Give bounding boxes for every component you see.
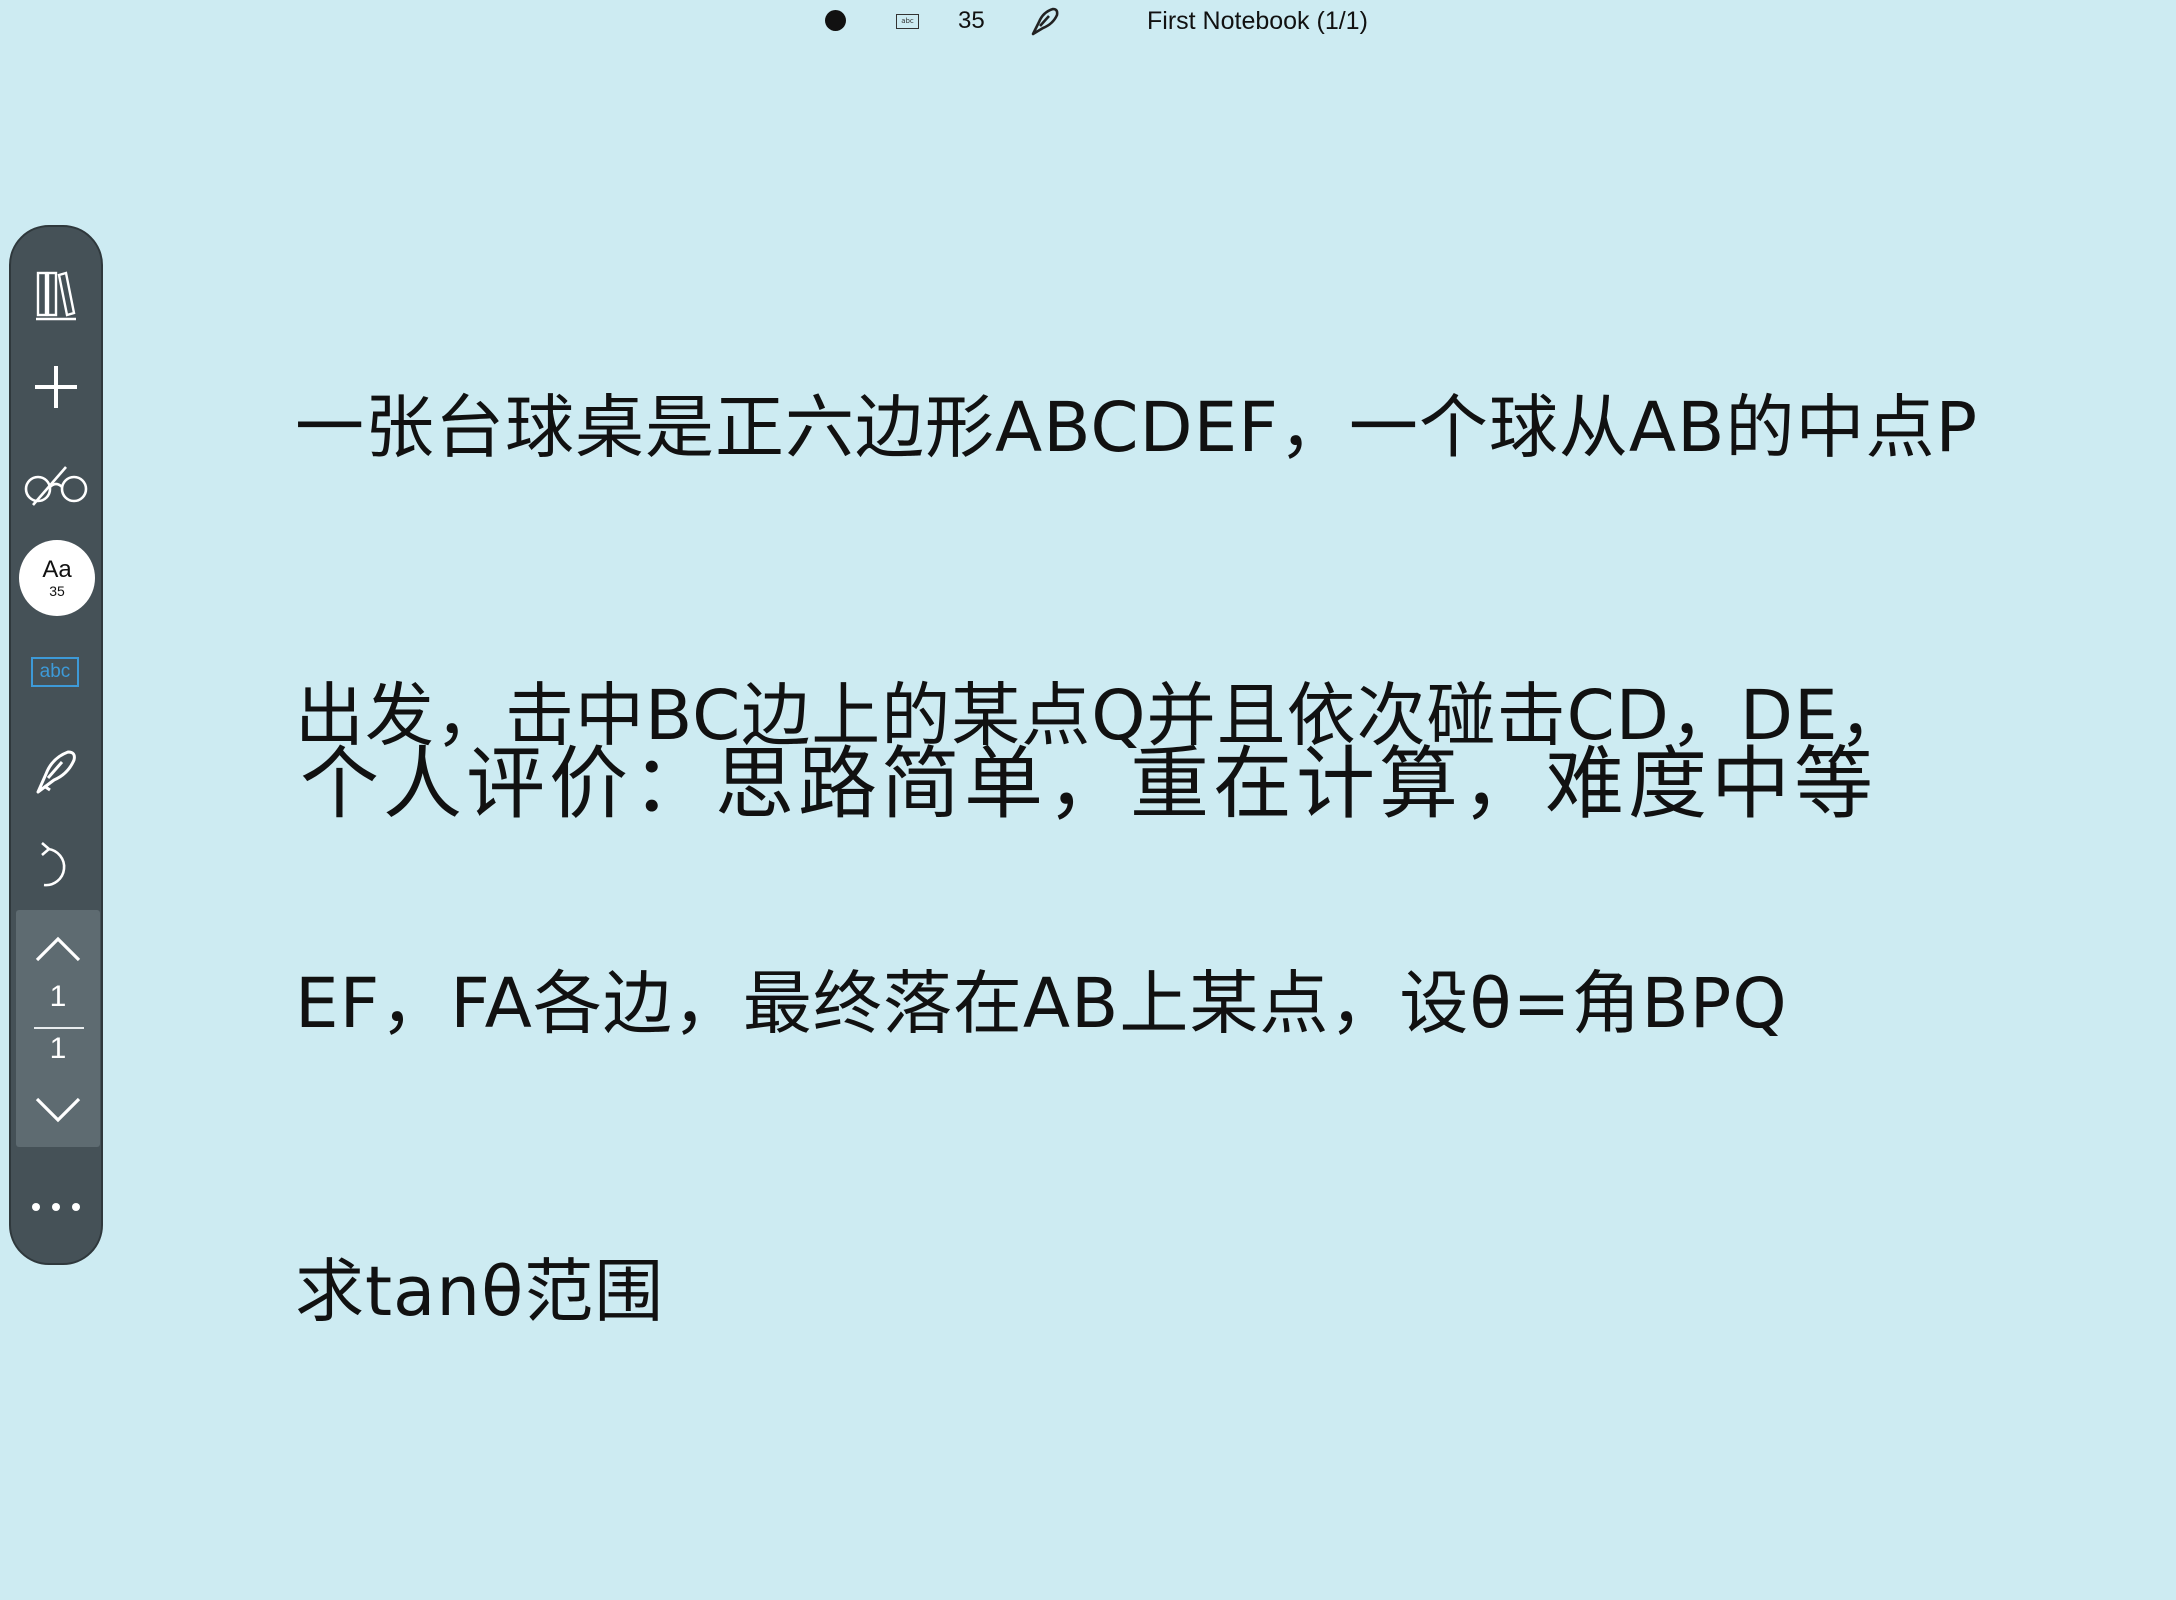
- question-line-1: 一张台球桌是正六边形ABCDEF，一个球从AB的中点P: [295, 388, 1979, 468]
- add-icon: [35, 366, 77, 408]
- more-icon: [32, 1203, 80, 1211]
- page-down-icon: [35, 1097, 81, 1123]
- page-down-button[interactable]: [16, 1085, 100, 1135]
- font-size-icon: Aa: [42, 556, 72, 583]
- notebook-title: First Notebook (1/1): [1147, 7, 1368, 35]
- page-total: 1: [49, 1032, 67, 1065]
- page-navigator: 1 1: [16, 910, 100, 1147]
- library-icon: [36, 271, 76, 321]
- library-button[interactable]: [11, 265, 101, 325]
- page-divider: [34, 1027, 84, 1029]
- pen-icon: [36, 750, 76, 794]
- question-line-4: 求tanθ范围: [295, 1252, 665, 1332]
- glasses-icon: [24, 466, 88, 506]
- font-size-value: 35: [49, 583, 65, 599]
- page-up-button[interactable]: [16, 924, 100, 974]
- pen-icon[interactable]: [1027, 4, 1063, 40]
- font-size-button[interactable]: Aa 35: [19, 540, 95, 616]
- question-line-3: EF，FA各边，最终落在AB上某点，设θ=角BPQ: [295, 964, 1788, 1044]
- page-up-icon: [35, 936, 81, 962]
- pen-size-indicator[interactable]: 35: [958, 7, 985, 35]
- text-mode-indicator[interactable]: abc: [896, 14, 919, 29]
- add-page-button[interactable]: [11, 357, 101, 417]
- undo-button[interactable]: [11, 837, 101, 897]
- pen-button[interactable]: [11, 742, 101, 802]
- text-mode-button[interactable]: abc: [31, 657, 79, 687]
- more-button[interactable]: [11, 1187, 101, 1227]
- side-toolbar: Aa 35 abc 1 1: [9, 225, 103, 1265]
- evaluation-text[interactable]: 个人评价：思路简单，重在计算，难度中等: [300, 736, 1877, 832]
- pen-color-indicator[interactable]: [825, 10, 846, 31]
- status-bar: abc 35 First Notebook (1/1): [0, 0, 2176, 44]
- view-button[interactable]: [11, 455, 101, 515]
- page-current: 1: [49, 980, 67, 1013]
- undo-icon: [41, 842, 66, 887]
